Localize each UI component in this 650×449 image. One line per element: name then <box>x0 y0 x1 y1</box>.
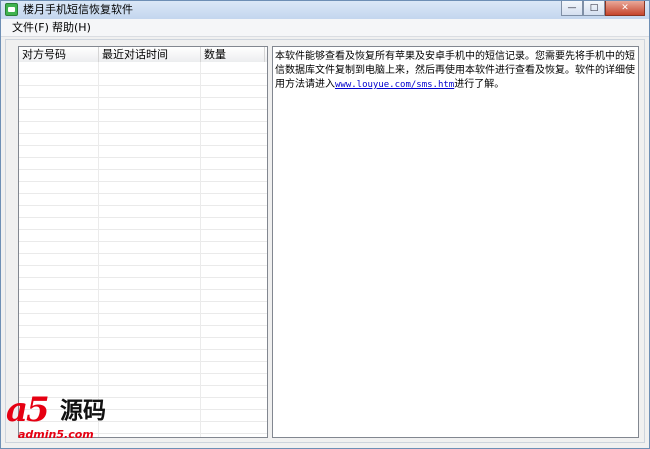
info-textbox[interactable]: 本软件能够查看及恢复所有苹果及安卓手机中的短信记录。您需要先将手机中的短信数据库… <box>272 46 639 438</box>
column-divider <box>200 62 201 437</box>
menu-bar: 文件(F) 帮助(H) <box>1 19 649 37</box>
watermark: a5 源码 admin5.com <box>6 392 130 444</box>
menu-help[interactable]: 帮助(H) <box>49 21 94 34</box>
column-header-number[interactable]: 对方号码 <box>19 47 99 62</box>
menu-file[interactable]: 文件(F) <box>9 21 52 34</box>
maximize-button[interactable]: □ <box>583 1 605 16</box>
column-header-last-time[interactable]: 最近对话时间 <box>99 47 201 62</box>
conversation-list[interactable]: 对方号码 最近对话时间 数量 <box>18 46 268 438</box>
column-header-count[interactable]: 数量 <box>201 47 265 62</box>
sms-app-icon <box>5 3 18 16</box>
list-header: 对方号码 最近对话时间 数量 <box>19 47 267 63</box>
help-link[interactable]: www.louyue.com/sms.htm <box>335 80 454 90</box>
watermark-name: 源码 <box>60 398 106 424</box>
watermark-logo: a5 <box>6 390 50 430</box>
title-bar[interactable]: 楼月手机短信恢复软件 — □ ✕ <box>1 1 649 19</box>
window-controls: — □ ✕ <box>561 1 645 17</box>
close-button[interactable]: ✕ <box>605 1 645 16</box>
list-rows[interactable] <box>19 62 267 437</box>
info-text-end: 进行了解。 <box>454 79 505 90</box>
minimize-button[interactable]: — <box>561 1 583 16</box>
client-area: 对方号码 最近对话时间 数量 本软件能够查看及恢复所有苹果及安卓手机中的短信记录… <box>5 39 645 443</box>
column-divider <box>98 62 99 437</box>
watermark-url: admin5.com <box>18 428 94 441</box>
app-window: 楼月手机短信恢复软件 — □ ✕ 文件(F) 帮助(H) 对方号码 最近对话时间… <box>0 0 650 449</box>
window-title: 楼月手机短信恢复软件 <box>23 3 133 16</box>
